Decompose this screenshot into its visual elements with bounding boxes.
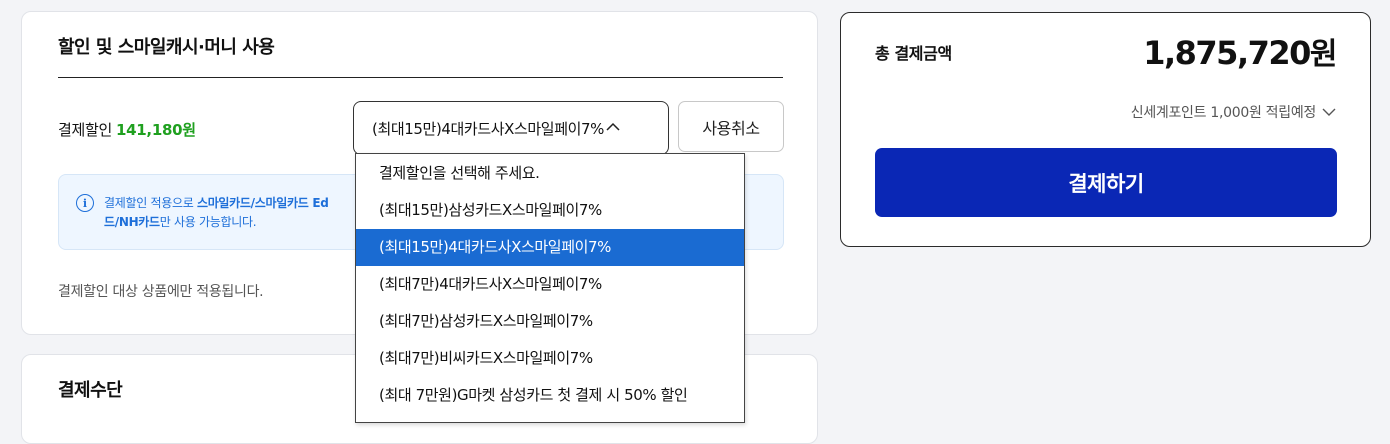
pay-button[interactable]: 결제하기: [875, 148, 1337, 217]
discount-dropdown-list: 결제할인을 선택해 주세요. (최대15만)삼성카드X스마일페이7% (최대15…: [355, 153, 745, 423]
chevron-up-icon: [606, 120, 620, 136]
discount-label: 결제할인: [58, 121, 113, 139]
dropdown-option[interactable]: (최대7만)비씨카드X스마일페이7%: [356, 340, 744, 377]
footnote: 결제할인 대상 상품에만 적용됩니다.: [58, 284, 264, 300]
dropdown-option[interactable]: 결제할인을 선택해 주세요.: [356, 154, 744, 192]
info-icon: i: [76, 194, 94, 212]
points-toggle[interactable]: 신세계포인트 1,000원 적립예정: [1131, 102, 1336, 122]
points-text: 신세계포인트 1,000원 적립예정: [1130, 105, 1317, 121]
discount-select[interactable]: (최대15만)4대카드사X스마일페이7%: [353, 101, 669, 155]
section-title: 할인 및 스마일캐시·머니 사용: [58, 37, 275, 58]
cancel-button[interactable]: 사용취소: [678, 101, 784, 152]
dropdown-option-selected[interactable]: (최대15만)4대카드사X스마일페이7%: [356, 229, 744, 266]
dropdown-option[interactable]: (최대7만)삼성카드X스마일페이7%: [356, 303, 744, 340]
total-amount: 1,875,720원: [1143, 34, 1337, 72]
dropdown-option[interactable]: (최대15만)삼성카드X스마일페이7%: [356, 192, 744, 229]
dropdown-option[interactable]: (최대 7만원)G마켓 삼성카드 첫 결제 시 50% 할인: [356, 377, 744, 414]
total-summary-card: 총 결제금액 1,875,720원 신세계포인트 1,000원 적립예정 결제하…: [840, 12, 1371, 247]
divider: [58, 77, 783, 78]
discount-row: 결제할인 141,180원: [58, 119, 196, 140]
payment-method-title: 결제수단: [58, 380, 123, 401]
dropdown-option[interactable]: (최대7만)4대카드사X스마일페이7%: [356, 266, 744, 303]
discount-amount: 141,180원: [116, 121, 196, 139]
discount-select-value: (최대15만)4대카드사X스마일페이7%: [372, 119, 605, 138]
chevron-down-icon: [1322, 108, 1336, 117]
total-label: 총 결제금액: [875, 44, 952, 63]
